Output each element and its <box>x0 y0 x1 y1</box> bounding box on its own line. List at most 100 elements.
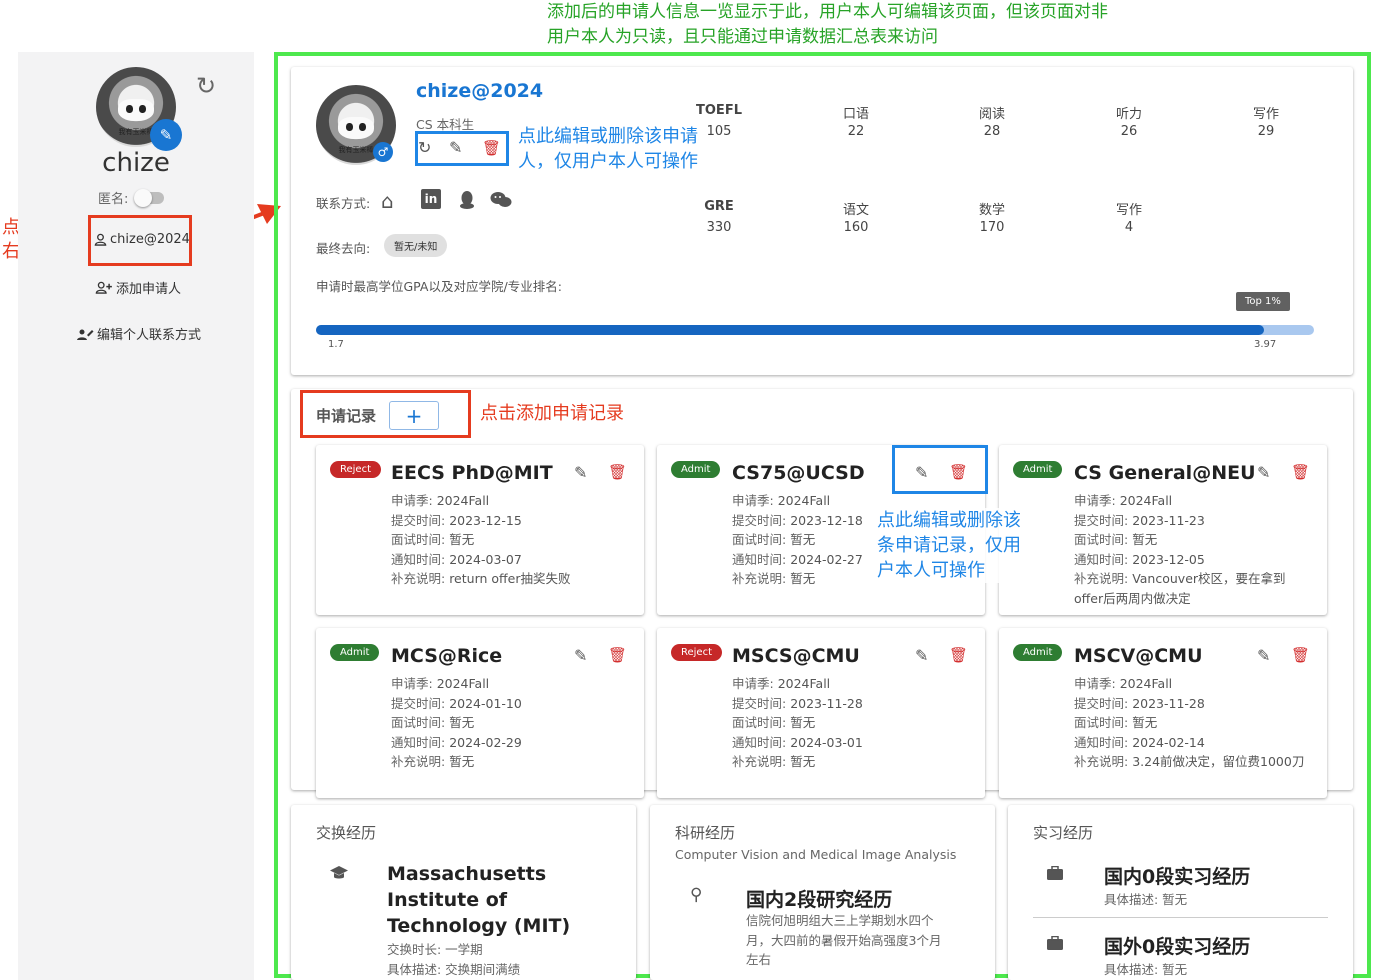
record-note-label: 补充说明: <box>1074 571 1133 586</box>
record-interview-value: 暂无 <box>449 715 475 730</box>
edit-record-icon[interactable]: ✎ <box>915 646 928 665</box>
toefl-reading-header: 阅读 <box>978 107 1005 122</box>
edit-record-icon[interactable]: ✎ <box>1257 463 1270 482</box>
record-interview-row: 面试时间: 暂无 <box>391 713 631 733</box>
record-note-row: 补充说明: 3.24前做决定，留位费1000刀 <box>1074 752 1314 772</box>
record-season-row: 申请季: 2024Fall <box>391 491 631 511</box>
gpa-max-label: 3.97 <box>1254 339 1277 350</box>
highlight-add-record <box>300 390 471 438</box>
record-season-row: 申请季: 2024Fall <box>732 674 972 694</box>
contact-label: 联系方式: <box>316 196 371 211</box>
record-interview-row: 面试时间: 暂无 <box>732 713 972 733</box>
exchange-description: 具体描述: 交换期间满绩 <box>387 962 521 977</box>
record-details: 申请季: 2024Fall 提交时间: 2023-11-28 面试时间: 暂无 通知时… <box>1074 674 1314 772</box>
edit-record-icon[interactable]: ✎ <box>574 463 587 482</box>
delete-record-icon[interactable]: 🗑 <box>608 646 627 664</box>
record-submit-row: 提交时间: 2024-01-10 <box>391 694 631 714</box>
record-interview-label: 面试时间: <box>732 532 791 547</box>
edit-record-icon[interactable]: ✎ <box>1257 646 1270 665</box>
delete-record-icon[interactable]: 🗑 <box>608 463 627 481</box>
toefl-reading: 28 <box>983 124 1001 139</box>
record-notify-label: 通知时间: <box>1074 734 1133 750</box>
record-season-label: 申请季: <box>391 493 437 508</box>
record-submit-value: 2023-12-18 <box>790 512 863 528</box>
toefl-scores: TOEFL 口语 阅读 听力 写作 105 22 28 26 29 <box>689 103 1309 143</box>
record-season-value: 2024Fall <box>436 493 490 508</box>
toefl-writing-header: 写作 <box>1252 107 1279 122</box>
record-notify-label: 通知时间: <box>391 551 450 567</box>
record-note-label: 补充说明: <box>391 754 450 769</box>
research-item-title: 国内2段研究经历 <box>746 889 893 911</box>
record-season-value: 2024Fall <box>436 676 490 691</box>
record-submit-label: 提交时间: <box>391 695 450 711</box>
record-interview-label: 面试时间: <box>1074 532 1133 547</box>
home-icon[interactable]: ⌂ <box>381 189 394 213</box>
status-badge: Reject <box>330 461 382 478</box>
gre-total: 330 <box>706 220 732 235</box>
edit-record-icon[interactable]: ✎ <box>574 646 587 665</box>
add-applicant-label: 添加申请人 <box>116 282 182 297</box>
record-note-row: 补充说明: 暂无 <box>732 752 972 772</box>
record-season-row: 申请季: 2024Fall <box>391 674 631 694</box>
annotation-edit-record-line2: 条申请记录，仅用 <box>877 535 1021 556</box>
exchange-duration: 交换时长: 一学期 <box>387 942 483 957</box>
record-card: Admit MCS@Rice ✎ 🗑 申请季: 2024Fall 提交时间: 2024-0… <box>316 628 644 798</box>
status-badge: Admit <box>1013 461 1063 478</box>
record-submit-row: 提交时间: 2023-11-28 <box>732 694 972 714</box>
internship-overseas-desc: 具体描述: 暂无 <box>1104 962 1188 977</box>
research-topic: Computer Vision and Medical Image Analys… <box>675 847 957 862</box>
linkedin-icon[interactable]: in <box>421 189 441 209</box>
record-note-label: 补充说明: <box>732 754 791 769</box>
record-card: Admit MSCV@CMU ✎ 🗑 申请季: 2024Fall 提交时间: 2023-1… <box>999 628 1327 798</box>
delete-record-icon[interactable]: 🗑 <box>1291 646 1310 664</box>
record-submit-label: 提交时间: <box>732 512 791 528</box>
delete-record-icon[interactable]: 🗑 <box>1291 463 1310 481</box>
annotation-edit-record-line3: 户本人可操作 <box>877 560 985 581</box>
research-desc-line3: 左右 <box>746 952 772 967</box>
delete-record-icon[interactable]: 🗑 <box>949 646 968 664</box>
edit-avatar-button[interactable]: ✎ <box>150 119 182 151</box>
record-notify-value: 2024-03-07 <box>449 551 522 567</box>
qq-icon[interactable] <box>459 190 475 210</box>
graduation-cap-icon <box>330 866 348 879</box>
record-submit-row: 提交时间: 2023-11-28 <box>1074 694 1314 714</box>
gre-quant: 170 <box>979 220 1005 235</box>
toefl-writing: 29 <box>1257 124 1275 139</box>
record-note-value: 暂无 <box>790 754 816 769</box>
edit-contact-button[interactable]: 编辑个人联系方式 <box>76 324 201 343</box>
record-notify-row: 通知时间: 2023-12-05 <box>1074 550 1314 570</box>
record-interview-label: 面试时间: <box>391 532 450 547</box>
record-notify-value: 2024-02-27 <box>790 551 863 567</box>
anonymous-toggle[interactable] <box>134 188 165 207</box>
record-details: 申请季: 2024Fall 提交时间: 2024-01-10 面试时间: 暂无 通知时… <box>391 674 631 772</box>
record-note-row: 补充说明: Vancouver校区，要在拿到offer后两周内做决定 <box>1074 569 1314 608</box>
record-notify-value: 2023-12-05 <box>1132 551 1205 567</box>
record-interview-label: 面试时间: <box>732 715 791 730</box>
research-desc-line2: 月，大四前的暑假开始高强度3个月 <box>746 932 942 948</box>
record-notify-row: 通知时间: 2024-02-29 <box>391 733 631 753</box>
record-submit-label: 提交时间: <box>732 695 791 711</box>
exchange-school-line3: Technology (MIT) <box>387 915 571 937</box>
record-season-value: 2024Fall <box>777 493 831 508</box>
annotation-edit-applicant: 点此编辑或删除该申请 人，仅用户本人可操作 <box>518 124 698 174</box>
annotation-top: 添加后的申请人信息一览显示于此，用户本人可编辑该页面，但该页面对非 用户本人为只… <box>547 0 1247 50</box>
annotation-top-line1: 添加后的申请人信息一览显示于此，用户本人可编辑该页面，但该页面对非 <box>547 2 1108 22</box>
exchange-card: 交换经历 Massachusetts Institute of Technolo… <box>291 805 636 980</box>
gre-scores: GRE 语文 数学 写作 330 160 170 4 <box>689 199 1189 239</box>
exchange-school: Massachusetts Institute of Technology (M… <box>387 861 570 939</box>
gre-header: GRE <box>704 199 734 214</box>
destination-chip: 暂无/未知 <box>384 234 448 257</box>
highlight-record-actions <box>892 445 988 494</box>
status-badge: Admit <box>330 644 380 661</box>
refresh-icon[interactable]: ↻ <box>196 72 216 100</box>
internship-divider <box>1033 917 1328 918</box>
record-submit-row: 提交时间: 2023-11-23 <box>1074 511 1314 531</box>
add-applicant-button[interactable]: 添加申请人 <box>95 278 181 297</box>
wechat-icon[interactable] <box>490 191 512 209</box>
record-submit-row: 提交时间: 2023-12-15 <box>391 511 631 531</box>
internship-title: 实习经历 <box>1033 824 1094 842</box>
record-notify-value: 2024-02-29 <box>449 734 522 750</box>
record-submit-label: 提交时间: <box>1074 512 1133 528</box>
gpa-rank-tooltip: Top 1% <box>1236 292 1290 311</box>
record-notify-label: 通知时间: <box>732 734 791 750</box>
